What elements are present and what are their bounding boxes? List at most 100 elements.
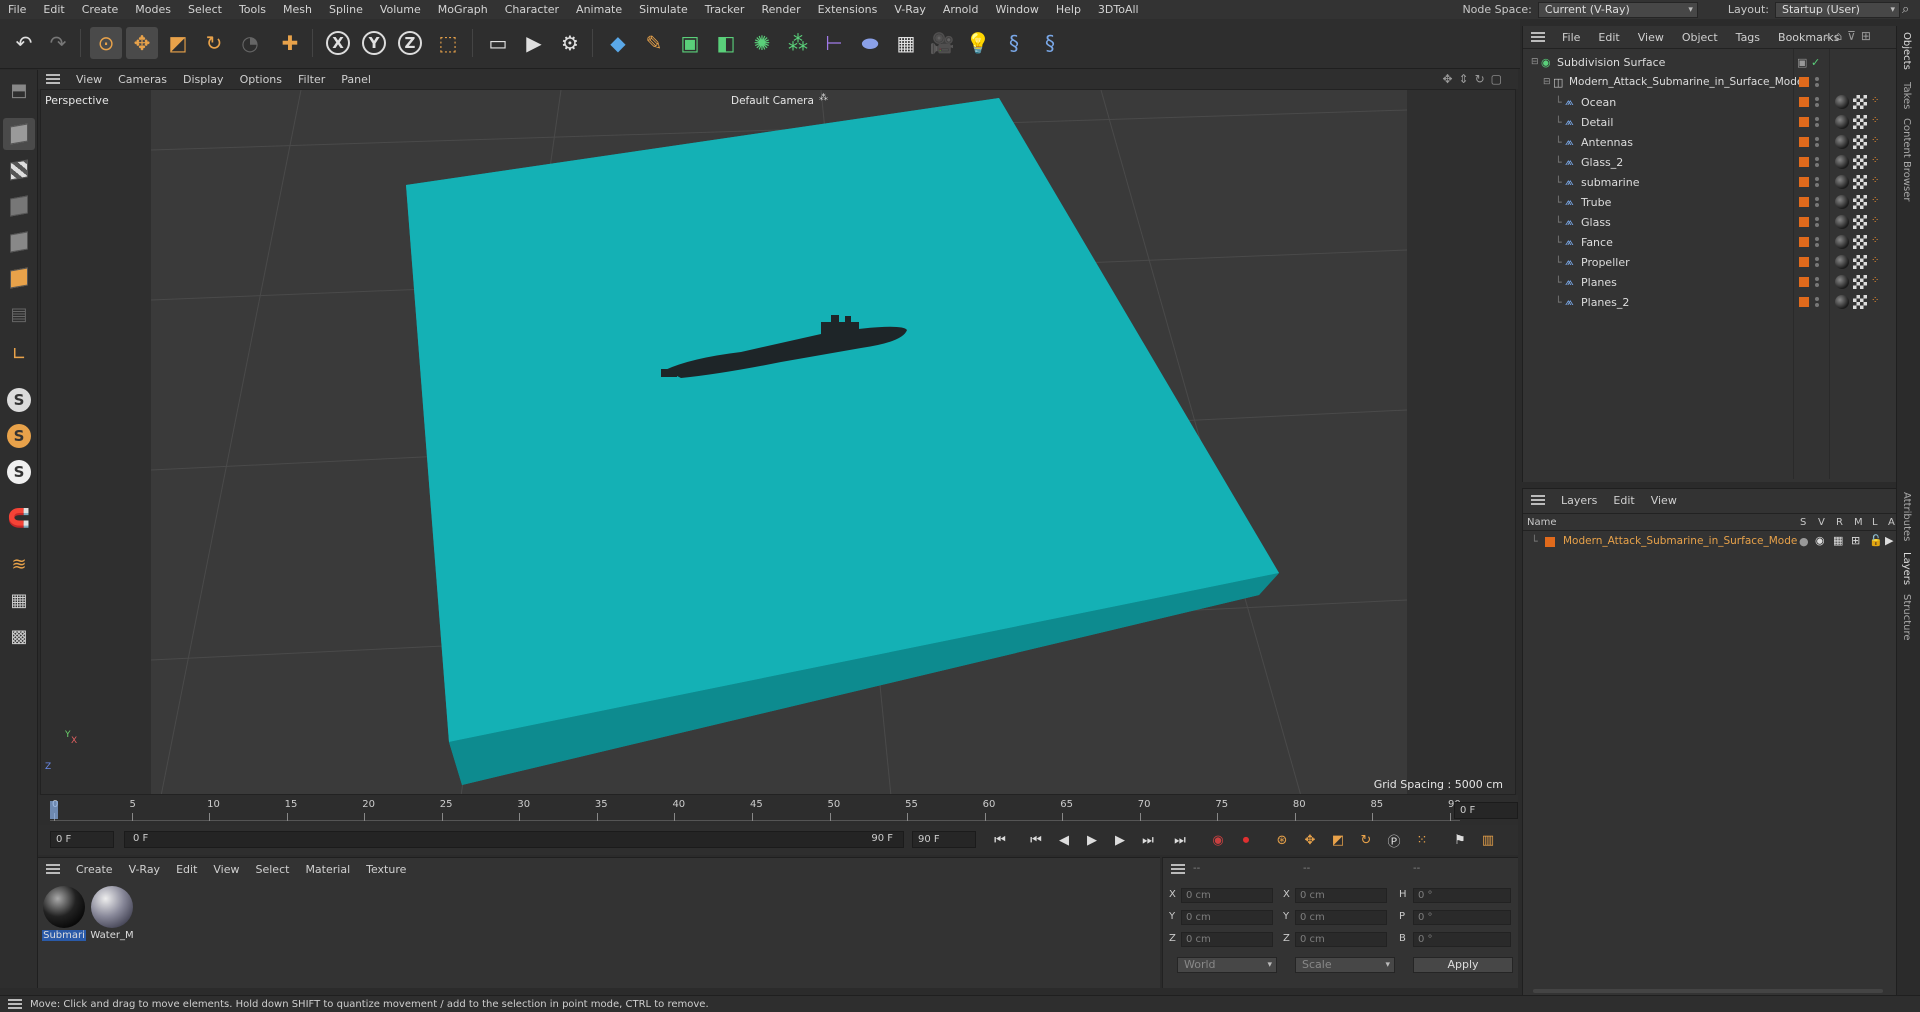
points-mode-icon[interactable] bbox=[3, 190, 35, 222]
render-toggle-dots[interactable] bbox=[1815, 137, 1819, 147]
phong-tag-icon[interactable]: ⁘ bbox=[1871, 295, 1879, 306]
pos-z-field[interactable]: 0 cm bbox=[1181, 932, 1273, 947]
viewport-camera-name[interactable]: Default Camera bbox=[731, 95, 814, 107]
render-toggle-dots[interactable] bbox=[1815, 257, 1819, 267]
lock-workplane-icon[interactable]: ▦ bbox=[3, 584, 35, 616]
material-tag-icon[interactable] bbox=[1835, 255, 1849, 269]
menu-tracker[interactable]: Tracker bbox=[697, 0, 754, 19]
material-tag-icon[interactable] bbox=[1835, 295, 1849, 309]
render-toggle-dots[interactable] bbox=[1815, 277, 1819, 287]
motion-record-icon[interactable]: ⚑ bbox=[1448, 829, 1472, 851]
uvw-tag-icon[interactable] bbox=[1853, 95, 1867, 109]
layers-hscrollbar[interactable] bbox=[1533, 989, 1883, 993]
layers-menu-view[interactable]: View bbox=[1643, 494, 1685, 507]
layer-view-icon[interactable]: ◉ bbox=[1815, 534, 1825, 547]
objects-menu-edit[interactable]: Edit bbox=[1589, 31, 1628, 44]
layer-color-tag[interactable] bbox=[1799, 157, 1809, 167]
layer-animation-icon[interactable]: ▶ bbox=[1885, 534, 1893, 547]
phong-tag-icon[interactable]: ⁘ bbox=[1871, 255, 1879, 266]
tab-attributes[interactable]: Attributes bbox=[1901, 492, 1912, 541]
menu-tools[interactable]: Tools bbox=[231, 0, 275, 19]
subdivision-icon[interactable]: ▣ bbox=[674, 27, 706, 59]
size-x-field[interactable]: 0 cm bbox=[1295, 888, 1387, 903]
magnet-icon[interactable]: 🧲 bbox=[3, 502, 35, 534]
menu-arnold[interactable]: Arnold bbox=[935, 0, 988, 19]
layers-menu-layers[interactable]: Layers bbox=[1553, 494, 1605, 507]
render-view-icon[interactable]: ▶ bbox=[518, 27, 550, 59]
viewport-menu-panel[interactable]: Panel bbox=[333, 73, 379, 86]
timeline-window-icon[interactable]: ▥ bbox=[1476, 829, 1500, 851]
scale-mode-dropdown[interactable]: Scale bbox=[1295, 957, 1395, 973]
y-axis-lock-button[interactable]: Y bbox=[358, 27, 390, 59]
tab-layers[interactable]: Layers bbox=[1901, 552, 1912, 585]
end-frame-field[interactable]: 90 F bbox=[912, 831, 976, 848]
polygons-mode-icon[interactable] bbox=[3, 262, 35, 294]
status-menu-icon[interactable] bbox=[8, 999, 22, 1009]
objects-menu-view[interactable]: View bbox=[1629, 31, 1673, 44]
material-menu-icon[interactable] bbox=[46, 864, 60, 874]
redo-icon[interactable]: ↷ bbox=[42, 27, 74, 59]
previous-frame-icon[interactable]: ◀ bbox=[1052, 829, 1076, 851]
material-menu-select[interactable]: Select bbox=[248, 863, 298, 876]
phong-tag-icon[interactable]: ⁘ bbox=[1871, 95, 1879, 106]
menu-help[interactable]: Help bbox=[1048, 0, 1090, 19]
current-frame-field[interactable]: 0 F bbox=[1454, 802, 1518, 819]
menu-create[interactable]: Create bbox=[74, 0, 128, 19]
uvw-tag-icon[interactable] bbox=[1853, 295, 1867, 309]
menu-render[interactable]: Render bbox=[753, 0, 809, 19]
uvw-tag-icon[interactable] bbox=[1853, 175, 1867, 189]
object-row[interactable]: └ ⩕ Detail ⁘ bbox=[1523, 112, 1897, 132]
recent-tool-icon[interactable]: ◔ bbox=[234, 27, 266, 59]
tab-takes[interactable]: Takes bbox=[1901, 82, 1912, 109]
menu-window[interactable]: Window bbox=[987, 0, 1047, 19]
material-menu-vray[interactable]: V-Ray bbox=[121, 863, 169, 876]
render-settings-icon[interactable]: ⚙ bbox=[554, 27, 586, 59]
viewport-menu-icon[interactable] bbox=[46, 74, 60, 84]
go-to-end-icon[interactable]: ⏭ bbox=[1168, 829, 1192, 851]
play-icon[interactable]: ▶ bbox=[1080, 829, 1104, 851]
tab-structure[interactable]: Structure bbox=[1901, 594, 1912, 641]
deformer-icon[interactable]: ⊢ bbox=[818, 27, 850, 59]
menu-character[interactable]: Character bbox=[497, 0, 568, 19]
material-tag-icon[interactable] bbox=[1835, 215, 1849, 229]
texture-mode-icon[interactable] bbox=[3, 154, 35, 186]
record-icon[interactable]: ◉ bbox=[1206, 829, 1230, 851]
expand-icon[interactable]: ⊟ bbox=[1543, 77, 1551, 87]
move-tool-icon[interactable]: ✥ bbox=[126, 27, 158, 59]
rotation-key-icon[interactable]: ↻ bbox=[1354, 829, 1378, 851]
next-key-icon[interactable]: ⏭ bbox=[1136, 829, 1160, 851]
material-menu-texture[interactable]: Texture bbox=[358, 863, 414, 876]
3d-viewport[interactable]: Perspective Default Camera ⁂ Grid Spacin… bbox=[40, 89, 1516, 795]
phong-tag-icon[interactable]: ⁘ bbox=[1871, 155, 1879, 166]
object-row-subdivision[interactable]: ⊟ ◉ Subdivision Surface ▣ ✓ bbox=[1523, 52, 1897, 72]
layer-color-tag[interactable] bbox=[1799, 297, 1809, 307]
object-row-group[interactable]: ⊟ ◫ Modern_Attack_Submarine_in_Surface_M… bbox=[1523, 72, 1897, 92]
coordinate-mode-dropdown[interactable]: World bbox=[1177, 957, 1277, 973]
layer-color-tag[interactable] bbox=[1799, 117, 1809, 127]
render-toggle-dots[interactable] bbox=[1815, 297, 1819, 307]
uvw-tag-icon[interactable] bbox=[1853, 235, 1867, 249]
layer-color-tag[interactable] bbox=[1799, 77, 1809, 87]
render-toggle-dots[interactable] bbox=[1815, 77, 1819, 87]
layer-color-tag[interactable] bbox=[1799, 97, 1809, 107]
floor-icon[interactable]: ▦ bbox=[890, 27, 922, 59]
object-row[interactable]: └ ⩕ Glass_2 ⁘ bbox=[1523, 152, 1897, 172]
menu-select[interactable]: Select bbox=[180, 0, 231, 19]
mograph-icon[interactable]: ⁂ bbox=[782, 27, 814, 59]
keyframe-selection-icon[interactable]: ⊛ bbox=[1270, 829, 1294, 851]
material-tag-icon[interactable] bbox=[1835, 155, 1849, 169]
layer-color-tag[interactable] bbox=[1799, 137, 1809, 147]
rot-b-field[interactable]: 0 ° bbox=[1413, 932, 1511, 947]
layer-render-icon[interactable]: ▦ bbox=[1833, 534, 1843, 547]
size-z-field[interactable]: 0 cm bbox=[1295, 932, 1387, 947]
next-frame-icon[interactable]: ▶ bbox=[1108, 829, 1132, 851]
size-y-field[interactable]: 0 cm bbox=[1295, 910, 1387, 925]
pen-spline-icon[interactable]: ✎ bbox=[638, 27, 670, 59]
axis-mode-icon[interactable]: ∟ bbox=[3, 338, 35, 370]
uvw-tag-icon[interactable] bbox=[1853, 115, 1867, 129]
extrude-icon[interactable]: ◧ bbox=[710, 27, 742, 59]
layer-solo-icon[interactable]: ● bbox=[1799, 535, 1809, 548]
camera-link-icon[interactable]: ⁂ bbox=[819, 93, 828, 103]
autokey-icon[interactable]: ⏺ bbox=[1234, 829, 1258, 851]
material-tag-icon[interactable] bbox=[1835, 175, 1849, 189]
